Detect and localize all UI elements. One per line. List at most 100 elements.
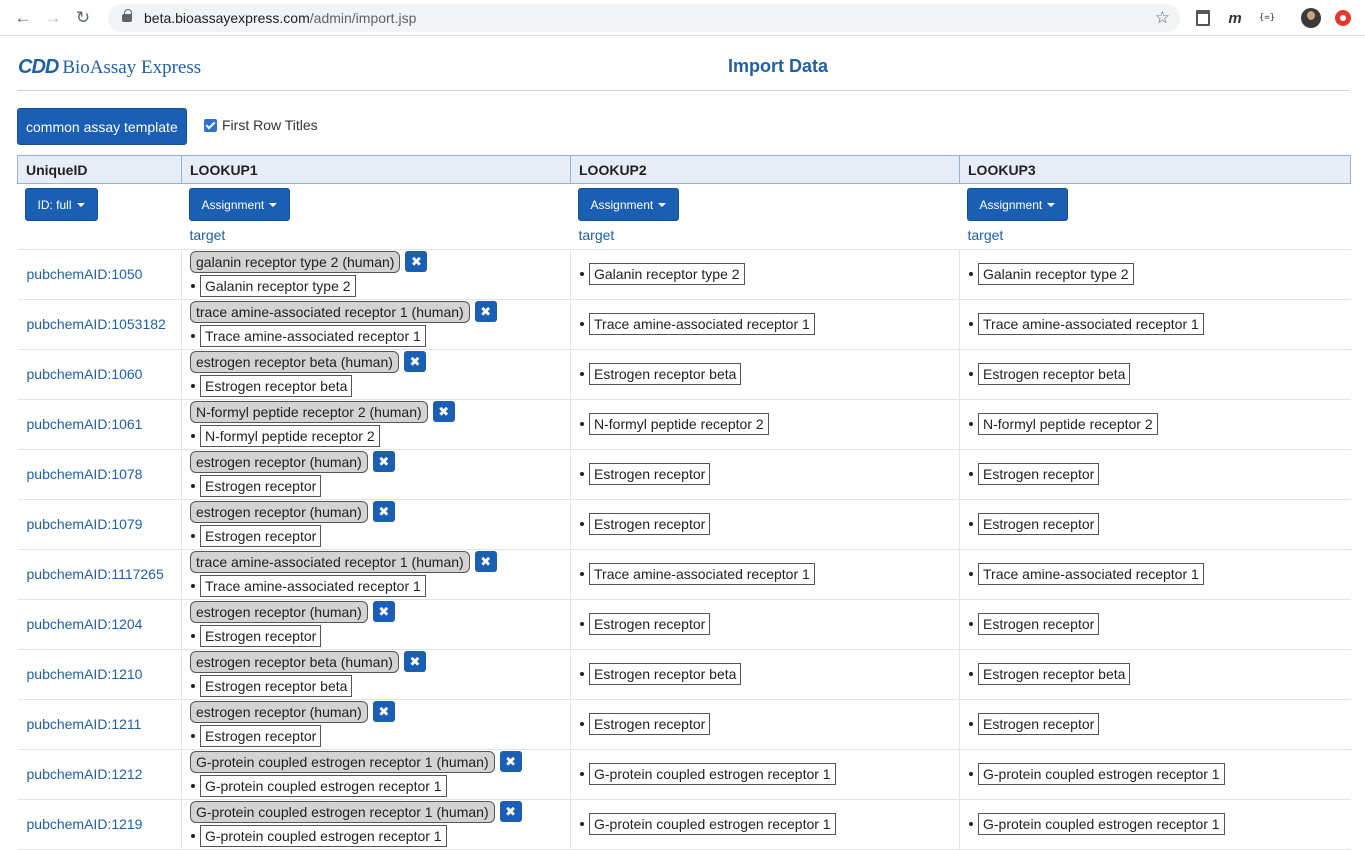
forward-arrow-icon[interactable]: → bbox=[38, 3, 68, 33]
template-button[interactable]: common assay template bbox=[17, 108, 187, 145]
json-extension-icon[interactable]: {=} bbox=[1256, 7, 1278, 29]
row-id-link[interactable]: pubchemAID:1061 bbox=[17, 399, 182, 450]
assigned-term-pill[interactable]: estrogen receptor beta (human) bbox=[190, 350, 399, 373]
assigned-term-pill[interactable]: N-formyl peptide receptor 2 (human) bbox=[190, 400, 428, 423]
lookup-term[interactable]: Estrogen receptor bbox=[200, 524, 322, 547]
row-id-link[interactable]: pubchemAID:1078 bbox=[17, 449, 182, 500]
address-bar[interactable]: beta.bioassayexpress.com/admin/import.js… bbox=[108, 4, 1180, 32]
lookup-term[interactable]: Galanin receptor type 2 bbox=[589, 263, 745, 285]
lookup-term[interactable]: Trace amine-associated receptor 1 bbox=[978, 563, 1204, 585]
lookup-term[interactable]: Estrogen receptor bbox=[200, 724, 322, 747]
property-label[interactable]: target bbox=[959, 221, 1351, 250]
assigned-term-pill[interactable]: estrogen receptor (human) bbox=[190, 500, 368, 523]
property-label[interactable]: target bbox=[181, 221, 571, 250]
remove-assignment-icon[interactable]: ✖ bbox=[372, 701, 395, 722]
lookup-term[interactable]: Trace amine-associated receptor 1 bbox=[200, 324, 426, 347]
assignment-line: estrogen receptor beta (human) ✖ bbox=[190, 650, 570, 673]
bookmark-star-icon[interactable]: ☆ bbox=[1155, 8, 1170, 28]
lookup-term[interactable]: Galanin receptor type 2 bbox=[978, 263, 1134, 285]
assignment-dropdown[interactable]: Assignment bbox=[188, 188, 291, 221]
lookup-term[interactable]: N-formyl peptide receptor 2 bbox=[589, 413, 769, 435]
remove-assignment-icon[interactable]: ✖ bbox=[372, 601, 395, 622]
lookup-term[interactable]: Estrogen receptor bbox=[978, 613, 1100, 635]
remove-assignment-icon[interactable]: ✖ bbox=[403, 651, 426, 672]
remove-assignment-icon[interactable]: ✖ bbox=[372, 451, 395, 472]
lookup-term[interactable]: Estrogen receptor beta bbox=[589, 363, 742, 385]
bullet bbox=[191, 533, 195, 538]
lookup-term[interactable]: Estrogen receptor bbox=[200, 474, 322, 497]
lookup-term[interactable]: Estrogen receptor beta bbox=[200, 674, 353, 697]
property-label[interactable]: target bbox=[570, 221, 960, 250]
column-header: LOOKUP1 bbox=[181, 155, 571, 184]
lookup-term[interactable]: G-protein coupled estrogen receptor 1 bbox=[589, 813, 836, 835]
first-row-titles-checkbox[interactable] bbox=[204, 118, 217, 132]
assigned-term-pill[interactable]: trace amine-associated receptor 1 (human… bbox=[190, 300, 470, 323]
remove-assignment-icon[interactable]: ✖ bbox=[405, 251, 428, 272]
lookup-term[interactable]: Trace amine-associated receptor 1 bbox=[978, 313, 1204, 335]
lookup-term[interactable]: Estrogen receptor bbox=[978, 463, 1100, 485]
lookup-term[interactable]: G-protein coupled estrogen receptor 1 bbox=[978, 763, 1225, 785]
back-arrow-icon[interactable]: ← bbox=[8, 3, 38, 33]
lookup3-cell: Estrogen receptor bbox=[959, 599, 1351, 650]
row-id-link[interactable]: pubchemAID:1211 bbox=[17, 699, 182, 750]
row-id-link[interactable]: pubchemAID:1219 bbox=[17, 799, 182, 850]
lookup-term[interactable]: Estrogen receptor bbox=[589, 613, 711, 635]
trash-icon[interactable] bbox=[1192, 7, 1214, 29]
lookup-term[interactable]: Trace amine-associated receptor 1 bbox=[589, 563, 815, 585]
lookup-term[interactable]: Estrogen receptor bbox=[978, 513, 1100, 535]
assigned-term-pill[interactable]: G-protein coupled estrogen receptor 1 (h… bbox=[190, 750, 495, 773]
lookup-term[interactable]: Estrogen receptor beta bbox=[978, 663, 1131, 685]
remove-assignment-icon[interactable]: ✖ bbox=[372, 501, 395, 522]
row-id-link[interactable]: pubchemAID:1212 bbox=[17, 749, 182, 800]
assigned-term-pill[interactable]: galanin receptor type 2 (human) bbox=[190, 250, 401, 273]
row-id-link[interactable]: pubchemAID:1053182 bbox=[17, 299, 182, 350]
row-id-link[interactable]: pubchemAID:1079 bbox=[17, 499, 182, 550]
lookup-term[interactable]: N-formyl peptide receptor 2 bbox=[978, 413, 1158, 435]
assignment-line: estrogen receptor (human) ✖ bbox=[190, 500, 570, 523]
remove-assignment-icon[interactable]: ✖ bbox=[403, 351, 426, 372]
lookup-term[interactable]: Estrogen receptor bbox=[200, 624, 322, 647]
lookup-term[interactable]: Galanin receptor type 2 bbox=[200, 274, 356, 297]
lookup-term[interactable]: Estrogen receptor beta bbox=[589, 663, 742, 685]
row-id-link[interactable]: pubchemAID:1210 bbox=[17, 649, 182, 700]
assignment-dropdown[interactable]: Assignment bbox=[966, 188, 1069, 221]
lookup-term[interactable]: Estrogen receptor beta bbox=[978, 363, 1131, 385]
assigned-term-pill[interactable]: estrogen receptor (human) bbox=[190, 450, 368, 473]
assigned-term-pill[interactable]: estrogen receptor beta (human) bbox=[190, 650, 399, 673]
first-row-titles-option[interactable]: First Row Titles bbox=[204, 117, 318, 133]
lookup-term[interactable]: Estrogen receptor bbox=[589, 463, 711, 485]
lock-icon bbox=[122, 9, 132, 22]
id-format-dropdown[interactable]: ID: full bbox=[24, 188, 98, 221]
lookup-term[interactable]: Estrogen receptor bbox=[978, 713, 1100, 735]
lookup-term[interactable]: Estrogen receptor bbox=[589, 713, 711, 735]
row-id-link[interactable]: pubchemAID:1060 bbox=[17, 349, 182, 400]
reload-icon[interactable]: ↻ bbox=[68, 3, 98, 33]
profile-avatar[interactable] bbox=[1300, 7, 1322, 29]
bullet bbox=[580, 572, 584, 576]
assignment-dropdown[interactable]: Assignment bbox=[577, 188, 680, 221]
assigned-term-pill[interactable]: estrogen receptor (human) bbox=[190, 600, 368, 623]
lookup-term[interactable]: N-formyl peptide receptor 2 bbox=[200, 424, 380, 447]
lookup-term[interactable]: G-protein coupled estrogen receptor 1 bbox=[200, 824, 447, 847]
assigned-term-pill[interactable]: estrogen receptor (human) bbox=[190, 700, 368, 723]
assigned-term-pill[interactable]: G-protein coupled estrogen receptor 1 (h… bbox=[190, 800, 495, 823]
lookup1-cell: estrogen receptor beta (human) ✖ Estrogen … bbox=[181, 649, 571, 700]
lookup-term[interactable]: Estrogen receptor bbox=[589, 513, 711, 535]
lookup-term[interactable]: Trace amine-associated receptor 1 bbox=[589, 313, 815, 335]
m-extension-icon[interactable]: m bbox=[1224, 7, 1246, 29]
remove-assignment-icon[interactable]: ✖ bbox=[432, 401, 455, 422]
lookup-term[interactable]: G-protein coupled estrogen receptor 1 bbox=[589, 763, 836, 785]
row-id-link[interactable]: pubchemAID:1050 bbox=[17, 249, 182, 300]
stop-extension-icon[interactable] bbox=[1332, 7, 1354, 29]
remove-assignment-icon[interactable]: ✖ bbox=[474, 301, 497, 322]
remove-assignment-icon[interactable]: ✖ bbox=[474, 551, 497, 572]
assigned-term-pill[interactable]: trace amine-associated receptor 1 (human… bbox=[190, 550, 470, 573]
lookup-term[interactable]: G-protein coupled estrogen receptor 1 bbox=[200, 774, 447, 797]
remove-assignment-icon[interactable]: ✖ bbox=[499, 751, 522, 772]
lookup-term[interactable]: G-protein coupled estrogen receptor 1 bbox=[978, 813, 1225, 835]
row-id-link[interactable]: pubchemAID:1204 bbox=[17, 599, 182, 650]
remove-assignment-icon[interactable]: ✖ bbox=[499, 801, 522, 822]
lookup-term[interactable]: Trace amine-associated receptor 1 bbox=[200, 574, 426, 597]
row-id-link[interactable]: pubchemAID:1117265 bbox=[17, 549, 182, 600]
lookup-term[interactable]: Estrogen receptor beta bbox=[200, 374, 353, 397]
